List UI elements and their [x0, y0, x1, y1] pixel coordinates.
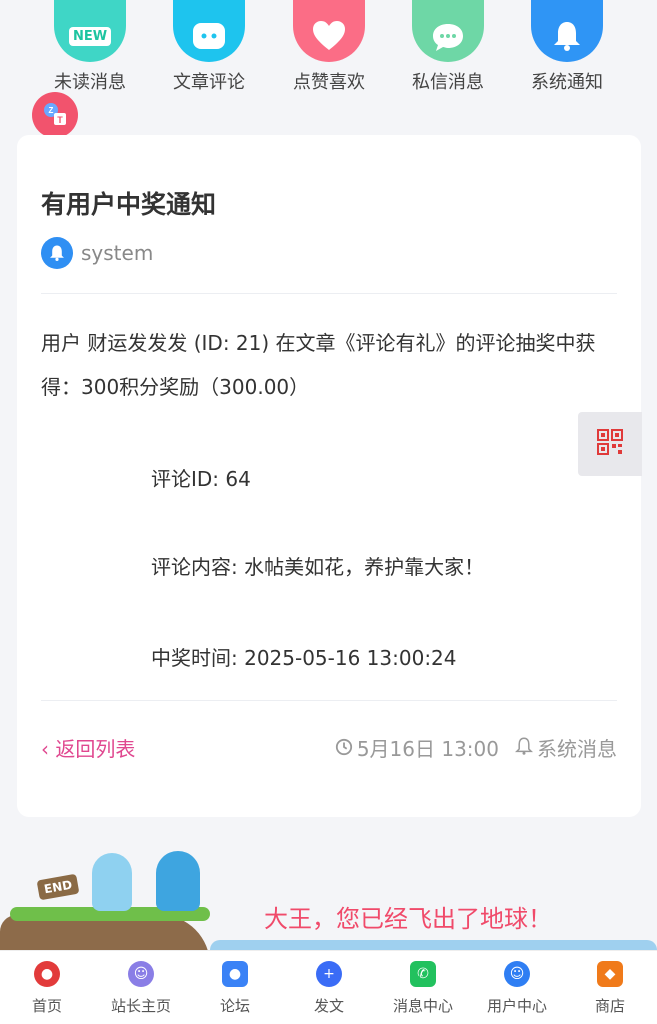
tab-owner-home[interactable]: ☺ 站长主页	[94, 961, 188, 1016]
divider	[41, 293, 617, 294]
tab-forum[interactable]: ● 论坛	[188, 961, 282, 1016]
tab-post[interactable]: + 发文	[282, 961, 376, 1016]
nav-label: 点赞喜欢	[293, 72, 365, 93]
nav-system-notifications[interactable]: 系统通知	[512, 0, 622, 94]
tab-label: 发文	[313, 997, 344, 1015]
meta-info: 5月16日 13:00 系统消息	[335, 733, 617, 762]
author-row: system	[41, 237, 153, 269]
divider	[41, 700, 617, 701]
comment-bubble-icon	[173, 0, 245, 62]
user-circle-icon: ☺	[128, 961, 154, 987]
svg-text:Z: Z	[49, 106, 54, 115]
tab-label: 商店	[594, 997, 625, 1015]
clock-icon	[335, 737, 353, 761]
comment-id: 评论ID: 64	[151, 467, 251, 491]
qr-code-icon	[597, 429, 623, 459]
heart-icon	[293, 0, 365, 62]
ground-illustration	[0, 915, 210, 955]
notification-title: 有用户中奖通知	[41, 190, 217, 219]
mascot-illustration	[92, 853, 132, 911]
translate-button[interactable]: TZ	[32, 92, 78, 138]
nav-unread-messages[interactable]: NEW 未读消息	[35, 0, 145, 94]
date-meta: 5月16日 13:00	[335, 733, 499, 762]
shop-shield-icon: ◆	[597, 961, 623, 987]
system-bell-avatar-icon	[41, 237, 73, 269]
nav-label: 私信消息	[412, 72, 484, 93]
notification-body: 用户 财运发发发 (ID: 21) 在文章《评论有礼》的评论抽奖中获得：300积…	[41, 331, 596, 399]
bell-outline-icon	[514, 736, 534, 761]
banner-slogan: 大王，您已经飞出了地球！	[264, 905, 552, 933]
home-drum-icon: ●	[34, 961, 60, 987]
top-category-nav: NEW 未读消息 文章评论 点赞喜欢 私信消息 系统通知	[0, 0, 657, 100]
tab-home[interactable]: ● 首页	[0, 961, 94, 1016]
plus-circle-icon: +	[316, 961, 342, 987]
qr-code-button[interactable]	[578, 412, 642, 476]
nav-likes[interactable]: 点赞喜欢	[274, 0, 384, 94]
footer-banner: END 大王，您已经飞出了地球！	[0, 845, 657, 955]
new-badge: NEW	[68, 27, 112, 46]
tab-message-center[interactable]: ✆ 消息中心	[376, 961, 470, 1016]
nav-label: 文章评论	[173, 72, 245, 93]
card-footer: ‹ 返回列表 5月16日 13:00 系统消息	[41, 733, 617, 762]
notification-date: 5月16日 13:00	[356, 737, 499, 761]
group-icon: ●	[222, 961, 248, 987]
nav-label: 未读消息	[54, 72, 126, 93]
translate-icon: TZ	[42, 101, 68, 130]
author-name: system	[81, 241, 154, 265]
bell-icon	[531, 0, 603, 62]
nav-article-comments[interactable]: 文章评论	[154, 0, 264, 94]
win-time: 中奖时间: 2025-05-16 13:00:24	[151, 646, 457, 670]
nav-label: 系统通知	[531, 72, 603, 93]
back-to-list-link[interactable]: ‹ 返回列表	[41, 733, 135, 762]
tab-shop[interactable]: ◆ 商店	[563, 961, 657, 1016]
support-agent-icon: ☺	[504, 961, 530, 987]
tab-label: 站长主页	[110, 997, 171, 1015]
end-sign: END	[36, 873, 80, 901]
mascot-with-binoculars-illustration	[156, 851, 200, 911]
svg-text:T: T	[57, 115, 63, 125]
chat-bubble-icon	[412, 0, 484, 62]
notification-category: 系统消息	[537, 737, 617, 761]
tab-label: 用户中心	[486, 997, 547, 1015]
category-meta: 系统消息	[514, 733, 617, 762]
tab-user-center[interactable]: ☺ 用户中心	[470, 961, 564, 1016]
tab-label: 消息中心	[392, 997, 453, 1015]
notification-card: 有用户中奖通知 system 用户 财运发发发 (ID: 21) 在文章《评论有…	[17, 135, 641, 817]
new-message-icon: NEW	[54, 0, 126, 62]
tab-label: 论坛	[219, 997, 250, 1015]
comment-content: 评论内容: 水帖美如花，养护靠大家！	[151, 555, 485, 579]
whatsapp-icon: ✆	[410, 961, 436, 987]
bottom-tab-bar: ● 首页 ☺ 站长主页 ● 论坛 + 发文 ✆ 消息中心 ☺ 用户中心 ◆ 商店	[0, 950, 657, 1024]
nav-private-messages[interactable]: 私信消息	[393, 0, 503, 94]
tab-label: 首页	[31, 997, 62, 1015]
